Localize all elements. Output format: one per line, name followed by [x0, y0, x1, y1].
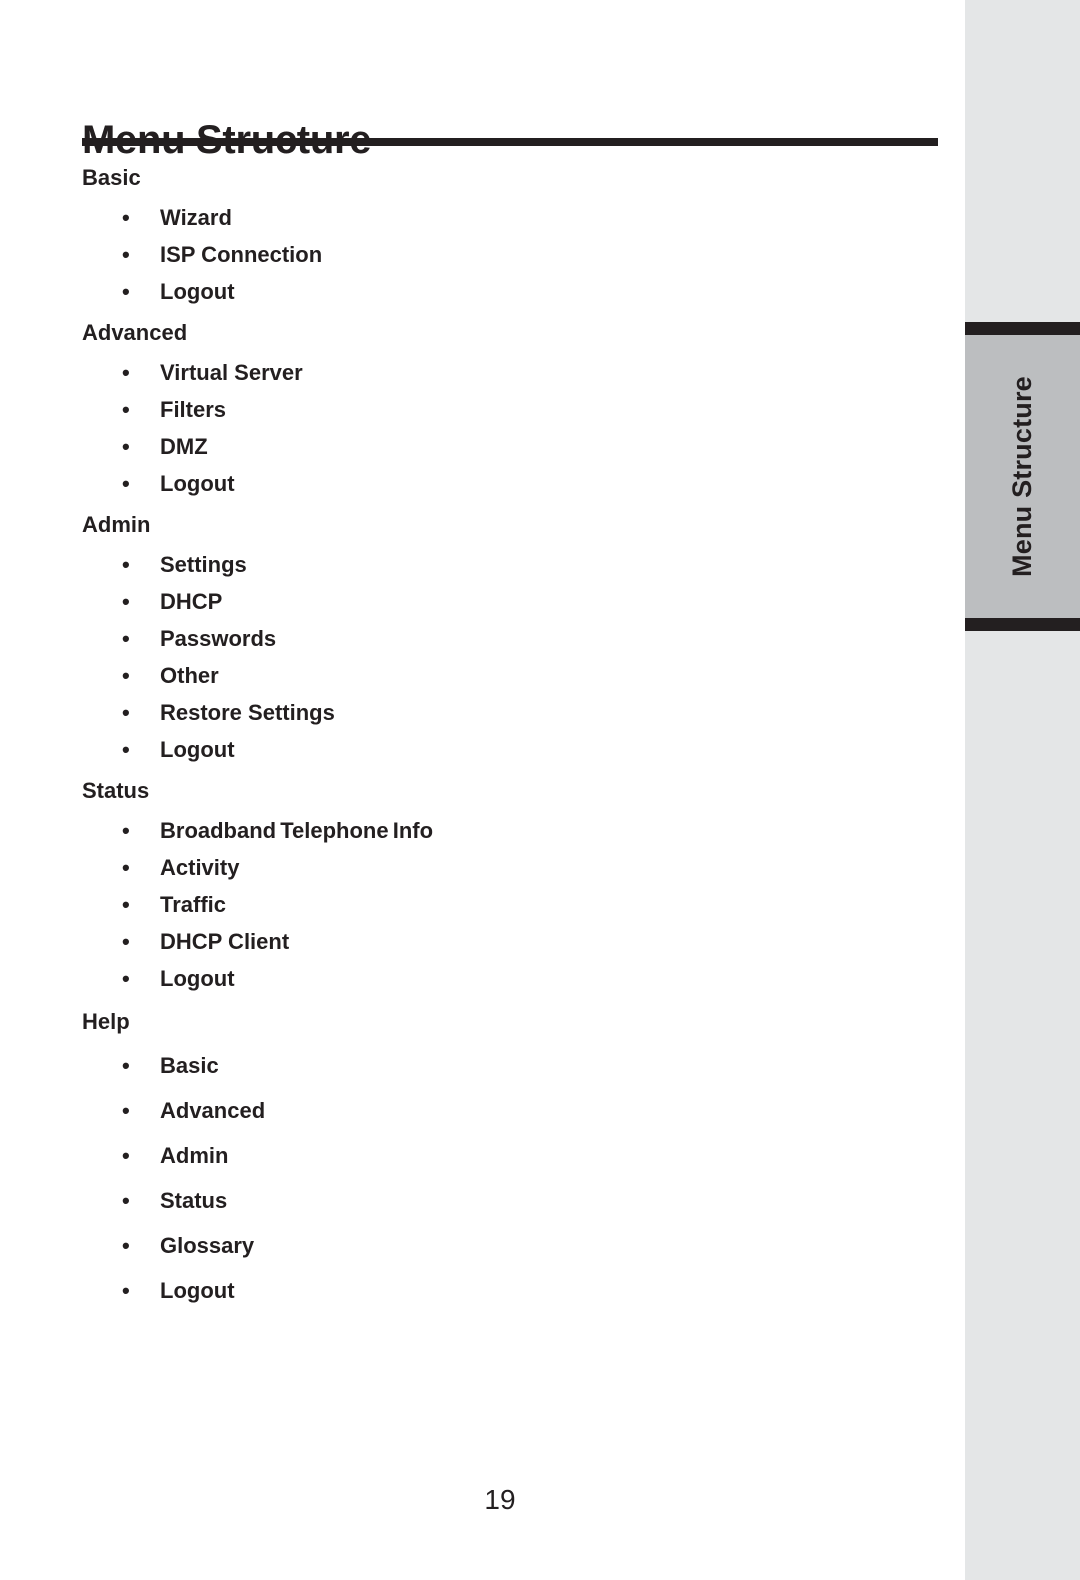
menu-item: • Filters: [82, 391, 942, 428]
menu-item: • Logout: [82, 273, 942, 310]
menu-item-label: Broadband Telephone Info: [160, 818, 434, 843]
menu-section: Advanced • Virtual Server • Filters • DMZ • Logo…: [82, 318, 942, 502]
bullet-icon: •: [122, 242, 130, 267]
menu-item-label: Wizard: [160, 205, 232, 230]
menu-item: • Traffic: [82, 886, 942, 923]
section-title-admin: Admin: [82, 512, 151, 537]
menu-item-label: Other: [160, 663, 219, 688]
bullet-icon: •: [122, 700, 130, 725]
menu-item-label: Activity: [160, 855, 240, 880]
chapter-tab-bottom-rule: [965, 618, 1080, 631]
section-title-help: Help: [82, 1009, 130, 1034]
bullet-icon: •: [122, 434, 130, 459]
menu-item: • Advanced: [82, 1088, 942, 1133]
chapter-tab: Menu Structure: [965, 322, 1080, 631]
menu-item-label: Logout: [160, 279, 235, 304]
menu-section: Status • Broadband Telephone Info • Activity…: [82, 776, 942, 997]
bullet-icon: •: [122, 205, 130, 230]
menu-item-label: ISP Connection: [160, 242, 323, 267]
menu-item: • Logout: [82, 465, 942, 502]
menu-item: • Other: [82, 657, 942, 694]
section-item-list: • Basic • Advanced • Admin • Status • Glossary • Lo…: [82, 1043, 942, 1313]
menu-structure-list: Basic • Wizard • ISP Connection • Logout Advanc…: [82, 163, 942, 1313]
bullet-icon: •: [122, 397, 130, 422]
menu-item-label: Traffic: [160, 892, 227, 917]
bullet-icon: •: [122, 1143, 130, 1168]
bullet-icon: •: [122, 663, 130, 688]
menu-section: Help • Basic • Advanced • Admin • Status • Glossar…: [82, 1007, 942, 1313]
bullet-icon: •: [122, 589, 130, 614]
menu-item: • Status: [82, 1178, 942, 1223]
section-title-status: Status: [82, 778, 150, 803]
bullet-icon: •: [122, 1188, 130, 1213]
menu-item-label: Glossary: [160, 1233, 255, 1258]
menu-item: • Basic: [82, 1043, 942, 1088]
bullet-icon: •: [122, 279, 130, 304]
menu-item-label: Logout: [160, 966, 235, 991]
menu-item: • Activity: [82, 849, 942, 886]
menu-item: • Admin: [82, 1133, 942, 1178]
bullet-icon: •: [122, 966, 130, 991]
menu-section: Basic • Wizard • ISP Connection • Logout: [82, 163, 942, 310]
section-item-list: • Broadband Telephone Info • Activity • Traff…: [82, 812, 942, 997]
menu-item-label: Filters: [160, 397, 227, 422]
menu-item-label: DMZ: [160, 434, 208, 459]
menu-item: • DMZ: [82, 428, 942, 465]
menu-item-label: Logout: [160, 471, 235, 496]
menu-item: • Virtual Server: [82, 354, 942, 391]
bullet-icon: •: [122, 1233, 130, 1258]
page-edge-strip: [965, 0, 1080, 1580]
bullet-icon: •: [122, 892, 130, 917]
bullet-icon: •: [122, 929, 130, 954]
menu-item: • Logout: [82, 1268, 942, 1313]
menu-item: • DHCP: [82, 583, 942, 620]
bullet-icon: •: [122, 1098, 130, 1123]
menu-item: • Logout: [82, 960, 942, 997]
menu-item-label: Status: [160, 1188, 228, 1213]
menu-item-label: Passwords: [160, 626, 277, 651]
menu-item-label: Logout: [160, 1278, 235, 1303]
section-item-list: • Wizard • ISP Connection • Logout: [82, 199, 942, 310]
bullet-icon: •: [122, 1053, 130, 1078]
menu-item-label: DHCP: [160, 589, 223, 614]
bullet-icon: •: [122, 360, 130, 385]
chapter-tab-label: Menu Structure: [1007, 376, 1037, 577]
menu-item-label: Basic: [160, 1053, 219, 1078]
title-underline-rule: [82, 138, 938, 146]
menu-item: • Broadband Telephone Info: [82, 812, 942, 849]
menu-item: • Restore Settings: [82, 694, 942, 731]
bullet-icon: •: [122, 552, 130, 577]
menu-item: • Logout: [82, 731, 942, 768]
section-title-advanced: Advanced: [82, 320, 188, 345]
menu-item-label: Advanced: [160, 1098, 266, 1123]
bullet-icon: •: [122, 818, 130, 843]
menu-item: • DHCP Client: [82, 923, 942, 960]
menu-item-label: Virtual Server: [160, 360, 303, 385]
page-number: 19: [484, 1484, 516, 1515]
menu-item-label: Logout: [160, 737, 235, 762]
bullet-icon: •: [122, 737, 130, 762]
menu-item-label: Settings: [160, 552, 247, 577]
section-item-list: • Virtual Server • Filters • DMZ • Logout: [82, 354, 942, 502]
bullet-icon: •: [122, 626, 130, 651]
menu-item-label: Admin: [160, 1143, 229, 1168]
menu-item: • Wizard: [82, 199, 942, 236]
section-item-list: • Settings • DHCP • Passwords • Other • Restore S…: [82, 546, 942, 768]
menu-item-label: DHCP Client: [160, 929, 290, 954]
menu-item: • Passwords: [82, 620, 942, 657]
bullet-icon: •: [122, 471, 130, 496]
menu-item: • ISP Connection: [82, 236, 942, 273]
menu-item: • Settings: [82, 546, 942, 583]
bullet-icon: •: [122, 1278, 130, 1303]
chapter-tab-top-rule: [965, 322, 1080, 335]
menu-section: Admin • Settings • DHCP • Passwords • Other • Rest…: [82, 510, 942, 768]
section-title-basic: Basic: [82, 165, 141, 190]
menu-item-label: Restore Settings: [160, 700, 335, 725]
menu-item: • Glossary: [82, 1223, 942, 1268]
bullet-icon: •: [122, 855, 130, 880]
